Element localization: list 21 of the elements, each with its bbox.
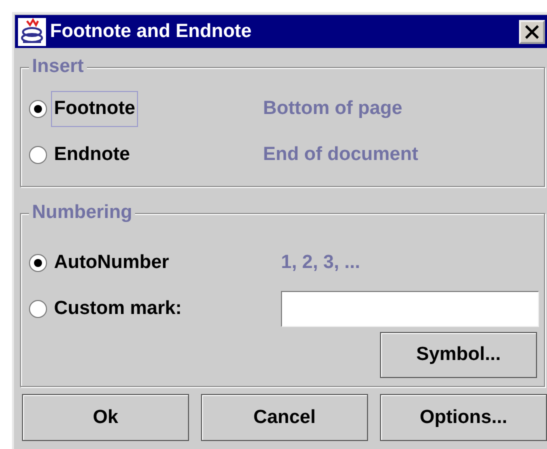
radio-button[interactable] xyxy=(29,300,47,318)
option-label: AutoNumber xyxy=(53,251,170,275)
option-description: Bottom of page xyxy=(263,98,404,120)
radio-button[interactable] xyxy=(29,146,47,164)
option-description: End of document xyxy=(263,144,420,166)
custom-mark-field[interactable] xyxy=(281,291,539,327)
app-icon xyxy=(18,18,46,46)
window-title: Footnote and Endnote xyxy=(50,20,253,42)
option-label: Endnote xyxy=(53,143,131,167)
group-legend: Numbering xyxy=(29,202,136,224)
dialog-button[interactable]: Ok xyxy=(22,394,189,441)
radio-button[interactable] xyxy=(29,254,47,272)
dialog-button[interactable]: Options... xyxy=(380,394,547,441)
symbol-button[interactable]: Symbol... xyxy=(380,332,537,378)
close-button[interactable] xyxy=(519,20,545,44)
option-label: Footnote xyxy=(51,91,138,127)
close-icon xyxy=(525,24,539,38)
option-description: 1, 2, 3, ... xyxy=(281,252,362,274)
radio-button[interactable] xyxy=(29,100,47,118)
option-label: Custom mark: xyxy=(53,297,183,321)
dialog-button[interactable]: Cancel xyxy=(201,394,368,441)
